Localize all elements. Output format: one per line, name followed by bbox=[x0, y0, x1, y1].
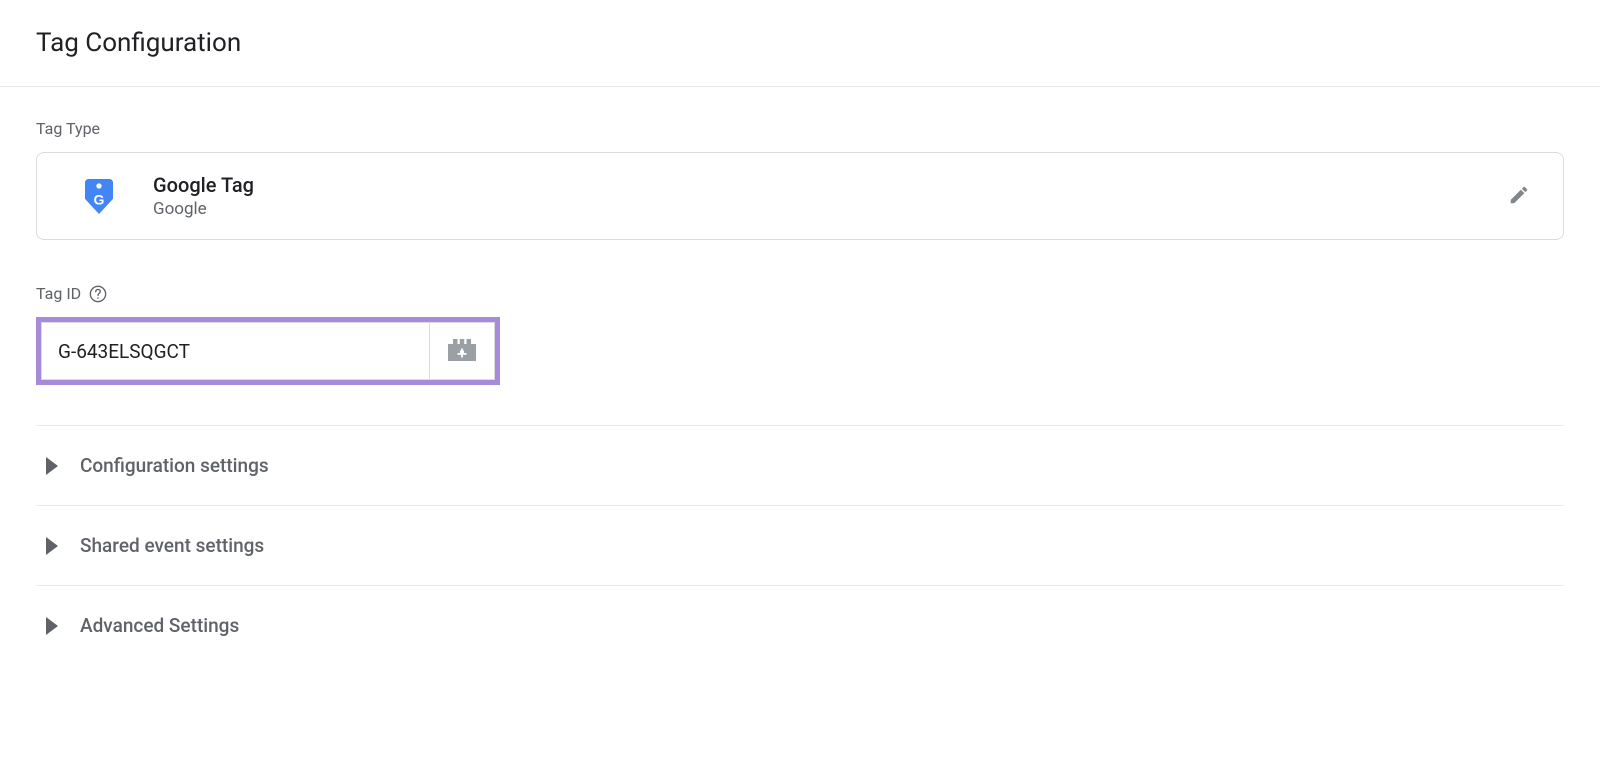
tag-type-vendor: Google bbox=[153, 199, 1499, 219]
section-shared-event-settings[interactable]: Shared event settings bbox=[36, 505, 1564, 585]
chevron-right-icon bbox=[36, 457, 80, 475]
page-title: Tag Configuration bbox=[36, 28, 1564, 58]
tag-type-label: Tag Type bbox=[36, 119, 1564, 138]
tag-id-field-highlight bbox=[36, 317, 500, 385]
header: Tag Configuration bbox=[0, 0, 1600, 87]
section-advanced-settings[interactable]: Advanced Settings bbox=[36, 585, 1564, 665]
tag-id-input[interactable] bbox=[41, 322, 429, 380]
help-icon[interactable] bbox=[89, 285, 107, 303]
section-label: Configuration settings bbox=[80, 454, 269, 477]
chevron-right-icon bbox=[36, 617, 80, 635]
tag-type-text: Google Tag Google bbox=[153, 173, 1499, 219]
pencil-icon bbox=[1508, 184, 1530, 209]
section-list: Configuration settings Shared event sett… bbox=[36, 425, 1564, 665]
insert-variable-button[interactable] bbox=[429, 322, 495, 380]
edit-tag-type-button[interactable] bbox=[1499, 176, 1539, 216]
tag-id-label: Tag ID bbox=[36, 284, 1564, 303]
section-configuration-settings[interactable]: Configuration settings bbox=[36, 425, 1564, 505]
tag-type-name: Google Tag bbox=[153, 173, 1499, 197]
chevron-right-icon bbox=[36, 537, 80, 555]
tag-id-label-text: Tag ID bbox=[36, 284, 81, 303]
tag-type-card[interactable]: G Google Tag Google bbox=[36, 152, 1564, 240]
section-label: Shared event settings bbox=[80, 534, 264, 557]
section-label: Advanced Settings bbox=[80, 614, 239, 637]
google-tag-icon: G bbox=[85, 179, 113, 213]
variable-brick-icon bbox=[448, 339, 476, 364]
svg-text:G: G bbox=[94, 192, 105, 208]
